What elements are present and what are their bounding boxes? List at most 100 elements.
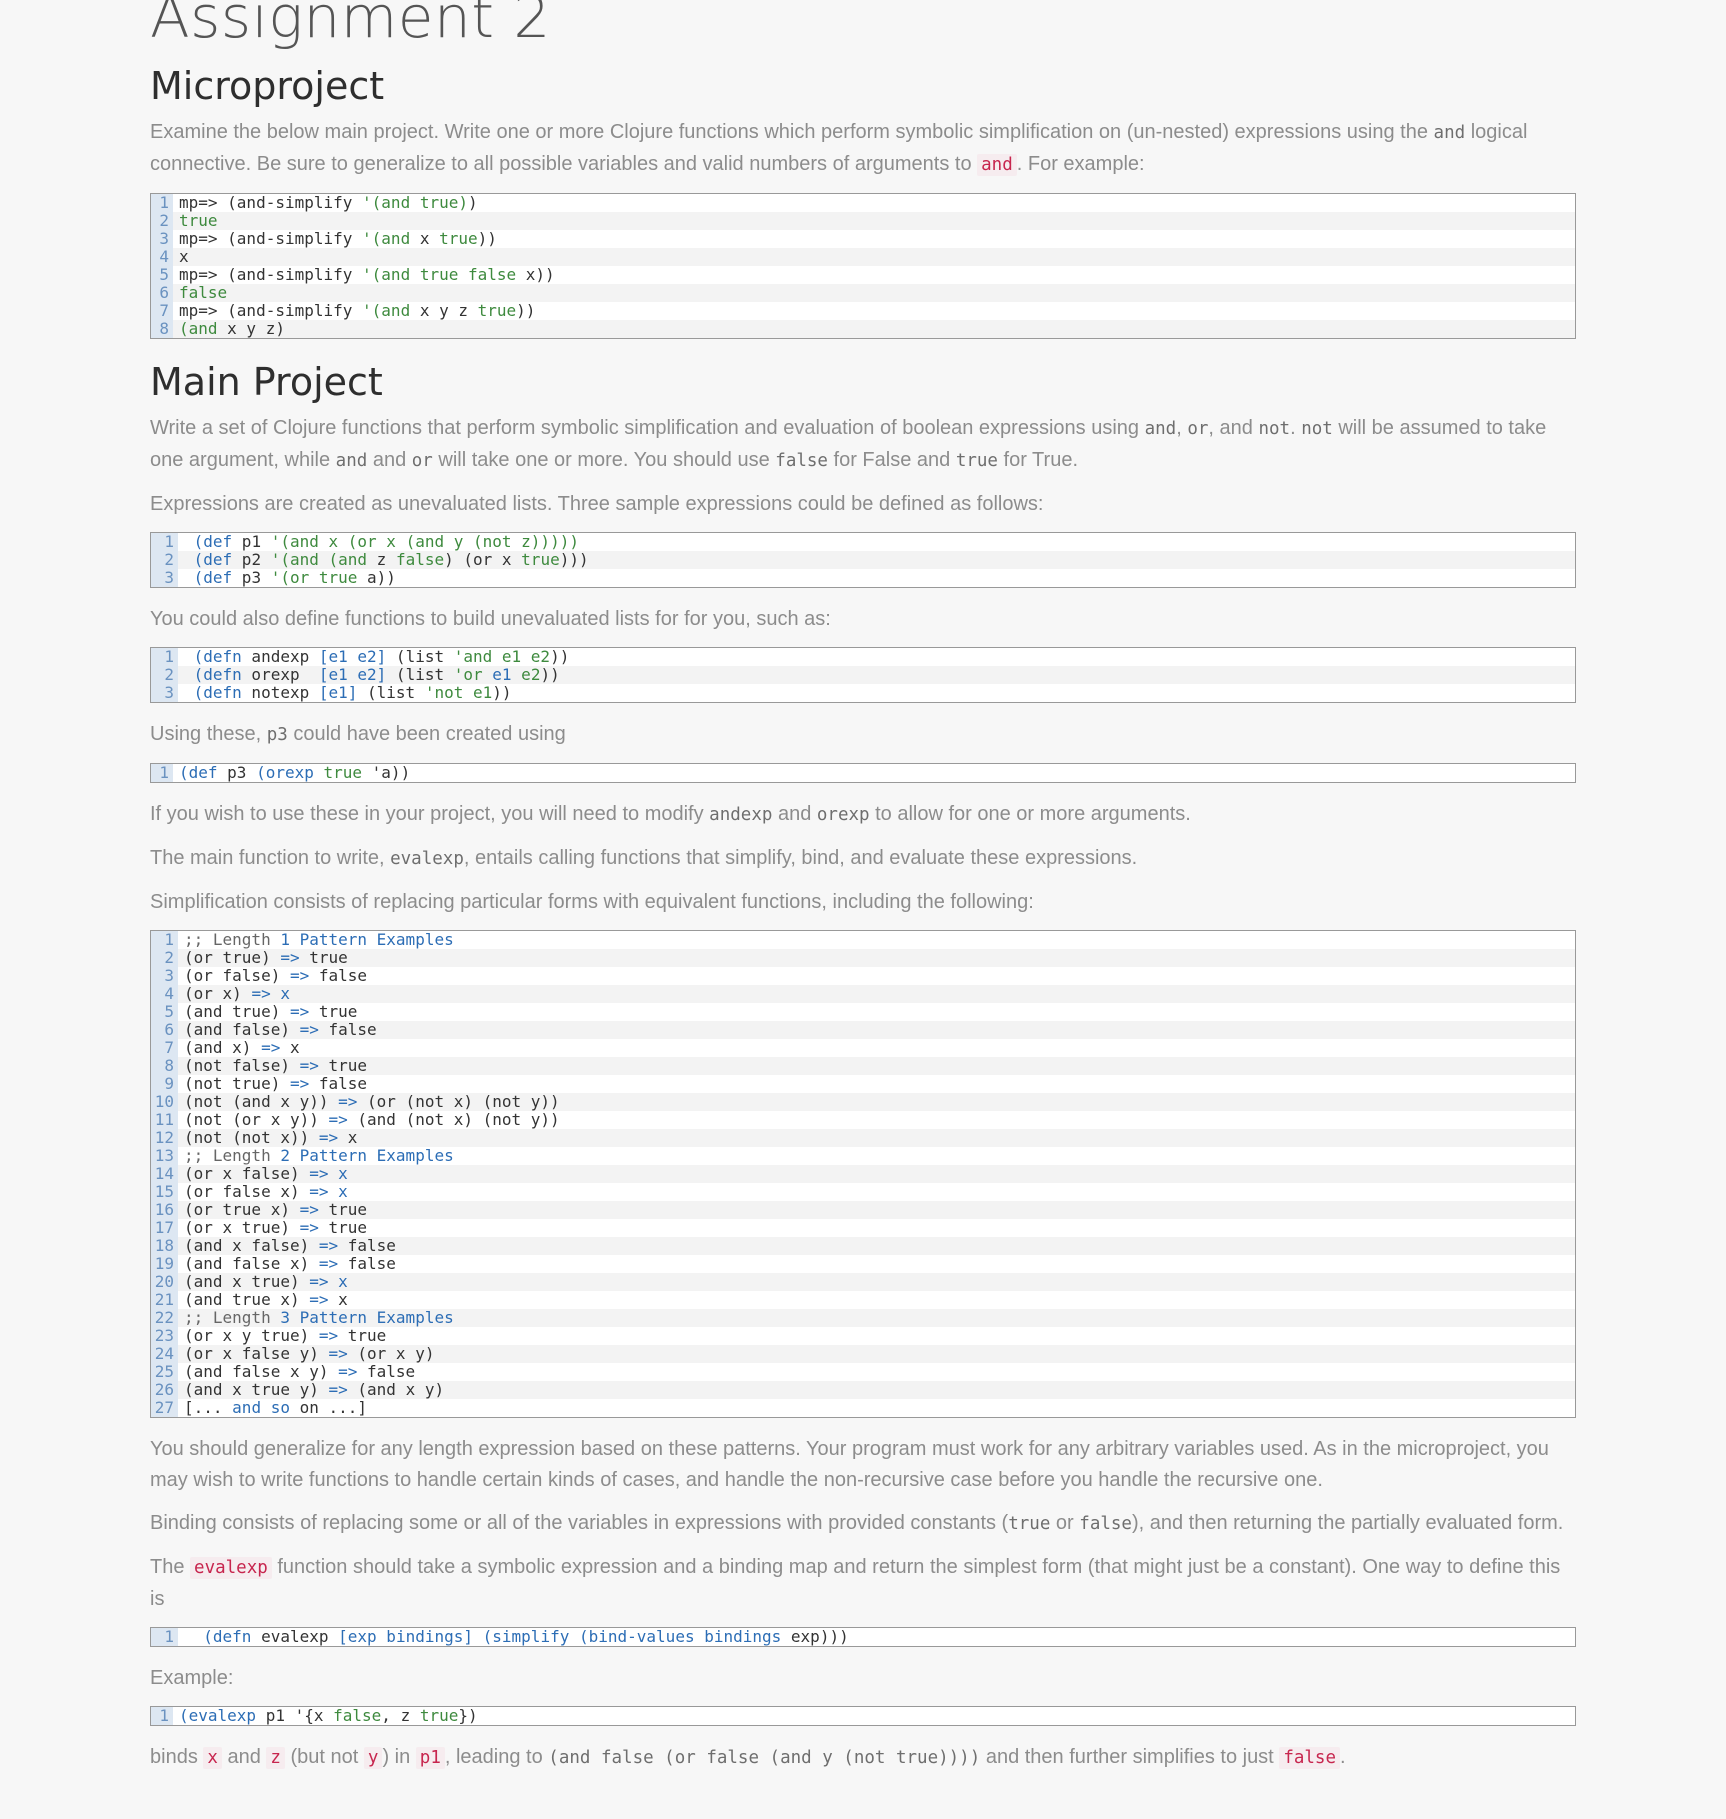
code-line: 26 (and x true y) => (and x y) bbox=[151, 1381, 1575, 1399]
inline-code: false bbox=[1079, 1514, 1132, 1534]
code-token: (simplify bbox=[482, 1627, 570, 1646]
code-token: (not (or x y)) bbox=[184, 1110, 329, 1129]
code-block-evalexp: 1 (defn evalexp [exp bindings] (simplify… bbox=[150, 1627, 1576, 1647]
code-line: 1;; Length 1 Pattern Examples bbox=[151, 931, 1575, 949]
code-token: a)) bbox=[357, 568, 396, 587]
code-text: (or x false) => x bbox=[178, 1165, 348, 1183]
inline-code: true bbox=[955, 451, 998, 471]
code-text: (not true) => false bbox=[178, 1075, 367, 1093]
code-line: 1 mp=> (and-simplify '(and true)) bbox=[151, 194, 1575, 212]
line-number: 13 bbox=[151, 1147, 178, 1165]
line-number: 12 bbox=[151, 1129, 178, 1147]
code-token: => bbox=[280, 948, 300, 967]
code-token: false bbox=[333, 1706, 382, 1725]
code-token: mp=> (and-simplify bbox=[179, 301, 363, 320]
line-number: 7 bbox=[151, 1039, 178, 1057]
text-run: will take one or more. You should use bbox=[432, 449, 776, 471]
line-number: 21 bbox=[151, 1291, 178, 1309]
code-token: )) bbox=[492, 683, 512, 702]
code-token: => bbox=[328, 1344, 348, 1363]
code-line: 14 (or x false) => x bbox=[151, 1165, 1575, 1183]
code-token: => bbox=[328, 1110, 348, 1129]
evalexp-definition-paragraph: The evalexp function should take a symbo… bbox=[150, 1552, 1576, 1615]
code-line: 3 (defn notexp [e1] (list 'not e1)) bbox=[151, 684, 1575, 702]
code-block-sample-expressions: 1 (def p1 '(and x (or x (and y (not z)))… bbox=[150, 532, 1576, 588]
code-token: (and false x) bbox=[184, 1254, 319, 1273]
code-line: 23 (or x y true) => true bbox=[151, 1327, 1575, 1345]
text-run: Examine the below main project. Write on… bbox=[150, 121, 1434, 143]
code-text: ;; Length 3 Pattern Examples bbox=[178, 1309, 454, 1327]
line-number: 14 bbox=[151, 1165, 178, 1183]
code-token: => bbox=[299, 1020, 319, 1039]
line-number: 6 bbox=[151, 1021, 178, 1039]
binds-paragraph: binds x and z (but not y) in p1, leading… bbox=[150, 1742, 1576, 1774]
code-token: => bbox=[318, 1254, 339, 1273]
code-token: true bbox=[318, 1218, 368, 1237]
code-line: 2 true bbox=[151, 212, 1575, 230]
code-text: (defn orexp [e1 e2] (list 'or e1 e2)) bbox=[178, 666, 560, 684]
code-token: (bind-values bindings bbox=[578, 1627, 782, 1646]
inline-code: evalexp bbox=[190, 1557, 272, 1579]
code-line: 12 (not (not x)) => x bbox=[151, 1129, 1575, 1147]
code-token: true bbox=[521, 550, 560, 569]
code-token: (defn bbox=[184, 1627, 252, 1646]
text-run: Simplification consists of replacing par… bbox=[150, 891, 1034, 913]
code-token: (or x y) bbox=[347, 1344, 435, 1363]
code-text: (or true) => true bbox=[178, 949, 348, 967]
code-line: 1 (def p3 (orexp true 'a)) bbox=[151, 764, 1575, 782]
text-run: . For example: bbox=[1016, 153, 1145, 175]
code-text: (and x true y) => (and x y) bbox=[178, 1381, 444, 1399]
text-run: If you wish to use these in your project… bbox=[150, 803, 710, 825]
code-text: (or x false y) => (or x y) bbox=[178, 1345, 434, 1363]
inline-code: and bbox=[977, 154, 1017, 176]
code-token: (not false) bbox=[184, 1056, 300, 1075]
code-token: ;; Length bbox=[184, 930, 281, 949]
code-token: true bbox=[338, 1326, 387, 1345]
line-number: 17 bbox=[151, 1219, 178, 1237]
code-token: false bbox=[338, 1236, 396, 1255]
code-token: (or x y true) bbox=[184, 1326, 319, 1345]
text-run: (but not bbox=[284, 1746, 364, 1768]
code-text: mp=> (and-simplify '(and true)) bbox=[173, 194, 478, 212]
line-number: 4 bbox=[151, 248, 173, 266]
microproject-heading: Microproject bbox=[150, 64, 385, 108]
code-text: mp=> (and-simplify '(and x true)) bbox=[173, 230, 497, 248]
line-number: 1 bbox=[151, 1628, 178, 1646]
line-number: 24 bbox=[151, 1345, 178, 1363]
code-line: 8 (not false) => true bbox=[151, 1057, 1575, 1075]
text-run: ), and then returning the partially eval… bbox=[1131, 1512, 1564, 1534]
code-token: (def bbox=[184, 568, 233, 587]
code-token: => bbox=[309, 1290, 329, 1309]
code-token: true bbox=[318, 1056, 368, 1075]
code-token: => bbox=[289, 1002, 310, 1021]
code-token: '(and bbox=[270, 532, 319, 551]
code-text: (defn andexp [e1 e2] (list 'and e1 e2)) bbox=[178, 647, 570, 666]
code-token: x y z) bbox=[217, 319, 285, 338]
code-token: (defn bbox=[184, 647, 242, 666]
line-number: 1 bbox=[151, 194, 173, 212]
code-token: x bbox=[328, 1290, 348, 1309]
code-token: exp))) bbox=[781, 1627, 849, 1646]
code-token: => bbox=[299, 1200, 319, 1219]
simplification-paragraph: Simplification consists of replacing par… bbox=[150, 887, 1576, 918]
code-token: (and false x y) bbox=[184, 1362, 339, 1381]
text-run: and bbox=[367, 449, 412, 471]
code-token: (not true) bbox=[184, 1074, 290, 1093]
inline-code: true bbox=[1008, 1514, 1051, 1534]
text-run: The main function to write, bbox=[150, 847, 391, 869]
line-number: 5 bbox=[151, 266, 173, 284]
code-token: (and x false) bbox=[184, 1236, 319, 1255]
line-number: 8 bbox=[151, 1057, 178, 1075]
document: Assignment 2 Microproject Examine the be… bbox=[150, 0, 1576, 1774]
generalize-paragraph: You should generalize for any length exp… bbox=[150, 1434, 1576, 1496]
code-token: ))) bbox=[559, 550, 589, 569]
inline-code: p1 bbox=[415, 1747, 445, 1769]
code-text: (def p1 '(and x (or x (and y (not z))))) bbox=[178, 533, 579, 551]
code-token: 'and e1 e2 bbox=[453, 647, 551, 666]
code-line: 1 (defn andexp [e1 e2] (list 'and e1 e2)… bbox=[151, 648, 1575, 666]
line-number: 11 bbox=[151, 1111, 178, 1129]
evalexp-paragraph: The main function to write, evalexp, ent… bbox=[150, 843, 1576, 875]
text-run: , and bbox=[1208, 417, 1259, 439]
code-token: , z bbox=[381, 1706, 420, 1725]
